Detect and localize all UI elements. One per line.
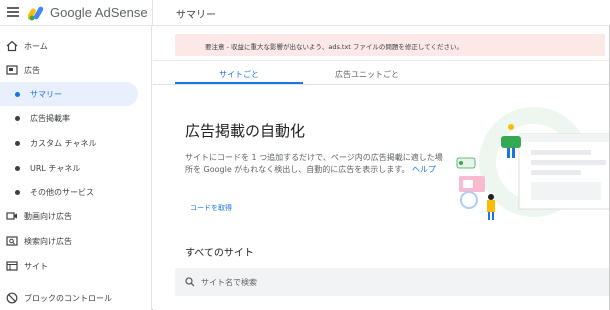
search-icon <box>185 277 195 287</box>
tab-bar: サイトごと 広告ユニットごと <box>175 62 435 84</box>
sidebar: ホーム 広告 サマリー 広告掲載率 カスタム チャネル URL チャネル その他… <box>0 26 152 310</box>
sidebar-item-label: ブロックのコントロール <box>24 294 112 303</box>
video-icon <box>6 212 17 220</box>
sidebar-item-ads[interactable]: 広告 <box>0 58 151 82</box>
search-placeholder: サイト名で検索 <box>201 278 257 287</box>
bullet-icon <box>15 190 20 195</box>
auto-ads-description: サイトにコードを 1 つ追加するだけで、ページ内の広告掲載に適した場所を Goo… <box>185 152 447 176</box>
sidebar-item-label: URL チャネル <box>30 164 81 173</box>
site-search-input[interactable]: サイト名で検索 <box>175 268 609 296</box>
top-bar: Google AdSense サマリー <box>0 0 610 26</box>
sidebar-item-label: ホーム <box>24 42 48 51</box>
tab-by-site[interactable]: サイトごと <box>175 62 303 84</box>
divider <box>153 60 609 61</box>
sidebar-item-home[interactable]: ホーム <box>0 34 151 58</box>
sidebar-item-label: 検索向け広告 <box>24 237 72 246</box>
tab-by-ad-unit[interactable]: 広告ユニットごと <box>303 62 431 84</box>
help-link[interactable]: ヘルプ <box>412 165 436 174</box>
home-icon <box>6 40 18 52</box>
ads-icon <box>6 65 18 75</box>
description-text: サイトにコードを 1 つ追加するだけで、ページ内の広告掲載に適した場所を Goo… <box>185 153 443 174</box>
bullet-icon <box>15 92 20 97</box>
search-ads-icon <box>6 236 18 246</box>
tab-divider <box>153 84 609 85</box>
sidebar-item-label: 広告掲載率 <box>30 114 70 123</box>
menu-icon[interactable] <box>7 7 19 19</box>
auto-ads-illustration <box>456 107 609 220</box>
sidebar-item-sites[interactable]: サイト <box>0 254 151 278</box>
auto-ads-title: 広告掲載の自動化 <box>185 122 306 140</box>
block-icon <box>6 292 18 304</box>
sidebar-item-other-services[interactable]: その他のサービス <box>0 180 151 204</box>
sites-icon <box>6 261 18 271</box>
sidebar-item-label: サマリー <box>30 90 62 99</box>
bullet-icon <box>15 166 20 171</box>
sidebar-item-video-ads[interactable]: 動画向け広告 <box>0 204 151 228</box>
ads-txt-alert: 要注意 - 収益に重大な影響が出ないよう、ads.txt ファイルの問題を修正し… <box>175 34 605 56</box>
sidebar-item-label: その他のサービス <box>30 188 94 197</box>
sidebar-item-summary[interactable]: サマリー <box>0 82 138 106</box>
sidebar-item-search-ads[interactable]: 検索向け広告 <box>0 229 151 253</box>
adsense-logo-icon <box>28 6 44 21</box>
sidebar-item-custom-channels[interactable]: カスタム チャネル <box>0 131 151 155</box>
bullet-icon <box>15 116 20 121</box>
sidebar-item-ad-coverage[interactable]: 広告掲載率 <box>0 106 151 130</box>
alert-text: 要注意 - 収益に重大な影響が出ないよう、ads.txt ファイルの問題を修正し… <box>205 43 464 51</box>
sidebar-item-label: カスタム チャネル <box>30 139 97 148</box>
sidebar-item-label: サイト <box>24 262 48 271</box>
main-content: 要注意 - 収益に重大な影響が出ないよう、ads.txt ファイルの問題を修正し… <box>153 26 609 310</box>
header-divider <box>152 0 153 26</box>
brand-name: Google AdSense <box>50 5 148 20</box>
bullet-icon <box>15 141 20 146</box>
sidebar-item-url-channels[interactable]: URL チャネル <box>0 156 151 180</box>
all-sites-heading: すべてのサイト <box>185 248 254 259</box>
get-code-button[interactable]: コードを取得 <box>190 203 232 213</box>
sidebar-item-label: 広告 <box>24 66 40 75</box>
page-title: サマリー <box>176 10 216 21</box>
sidebar-item-block-controls[interactable]: ブロックのコントロール <box>0 286 151 310</box>
sidebar-item-label: 動画向け広告 <box>24 212 72 221</box>
